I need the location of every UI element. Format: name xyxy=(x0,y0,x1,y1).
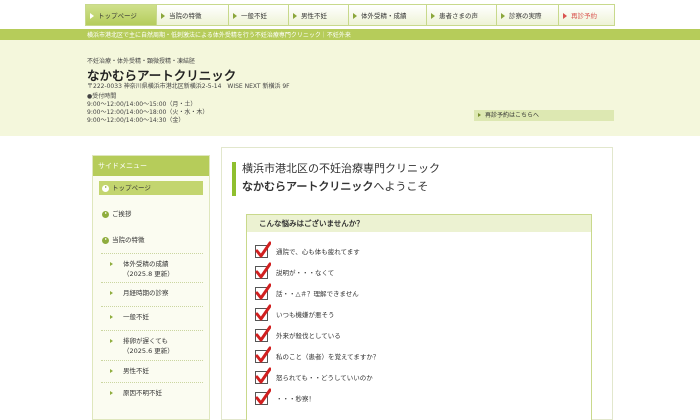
nav-item-ivf-results[interactable]: 体外受精・成績 xyxy=(349,4,427,26)
checkmark-icon xyxy=(255,388,271,405)
arrow-right-icon xyxy=(293,13,297,19)
worry-item: 怒られても・・どうしていいのか xyxy=(255,367,373,385)
sidebar-subitem-ivf-results[interactable]: 体外受精の成績 （2025.8 更新） xyxy=(101,253,203,282)
checkmark-icon xyxy=(255,346,271,363)
sidebar-item-greeting[interactable]: ご挨拶 xyxy=(93,207,209,221)
sidebar-subitem-label: 月経時期の診察 xyxy=(123,289,169,297)
nav-item-features[interactable]: 当院の特徴 xyxy=(157,4,229,26)
sidebar-subitem-note: （2025.8 更新） xyxy=(123,270,174,278)
nav-item-label: 体外受精・成績 xyxy=(361,12,407,20)
sidebar-item-top[interactable]: トップページ xyxy=(99,181,203,195)
arrow-right-icon xyxy=(110,339,113,343)
arrow-right-icon xyxy=(161,13,165,19)
main-content: 横浜市港北区の不妊治療専門クリニック なかむらアートクリニックへようこそ こんな… xyxy=(221,147,613,420)
arrow-right-icon xyxy=(233,13,237,19)
heading-accent-bar xyxy=(232,162,236,196)
sidebar-item-label: トップページ xyxy=(112,184,151,192)
nav-item-label: 一般不妊 xyxy=(241,12,267,20)
arrow-right-icon xyxy=(110,391,113,395)
sidebar-subitem-male-infertility[interactable]: 男性不妊 xyxy=(101,360,203,382)
nav-item-label: 再診予約 xyxy=(571,12,597,20)
worry-text: 通院で、心も体も疲れてます xyxy=(276,248,360,256)
worry-text: 私のこと（患者）を覚えてますか？ xyxy=(276,353,380,361)
site-header: 不妊治療・体外受精・顕微授精・凍結胚 なかむらアートクリニック 〒222-003… xyxy=(0,40,700,136)
sidebar: サイドメニュー トップページ ご挨拶 当院の特徴 体外受精の成績 （2025.8… xyxy=(92,155,210,420)
nav-item-consultation[interactable]: 診察の実際 xyxy=(497,4,559,26)
worry-item: ・・・秒察！ xyxy=(255,388,315,406)
nav-item-label: 患者さまの声 xyxy=(439,12,478,20)
checkmark-icon xyxy=(255,241,271,258)
nav-item-label: 診察の実際 xyxy=(509,12,542,20)
arrow-right-icon xyxy=(110,291,113,295)
checkmark-icon xyxy=(255,283,271,300)
sidebar-subitem-late-ovulation[interactable]: 排卵が遅くても （2025.6 更新） xyxy=(101,330,203,360)
arrow-right-icon xyxy=(110,315,113,319)
worry-text: いつも機嫌が悪そう xyxy=(276,311,335,319)
band-text: 横浜市港北区で主に自然周期・低刺激法による体外受精を行う不妊治療専門クリニック｜… xyxy=(87,32,351,39)
arrow-right-icon xyxy=(501,13,505,19)
sidebar-subitem-unexplained-infertility[interactable]: 原因不明不妊 xyxy=(101,382,203,402)
worry-text: 説明が・・・なくて xyxy=(276,269,335,277)
sidebar-subitem-label: 一般不妊 xyxy=(123,313,149,321)
sidebar-item-label: 当院の特徴 xyxy=(112,236,145,244)
arrow-right-icon xyxy=(110,262,113,266)
nav-item-label: トップページ xyxy=(98,12,137,20)
worry-text: ・・・秒察！ xyxy=(276,395,315,403)
checkmark-icon xyxy=(255,262,271,279)
arrow-right-icon xyxy=(90,13,94,19)
page-subtitle-rest: へようこそ xyxy=(373,180,429,193)
header-tagline: 不妊治療・体外受精・顕微授精・凍結胚 xyxy=(87,58,196,65)
worries-title: こんな悩みはございませんか？ xyxy=(247,215,591,232)
reserve-link[interactable]: 再診予約はこちらへ xyxy=(474,110,614,121)
worry-item: 話・・△＃？理解できません xyxy=(255,283,359,301)
arrow-right-icon xyxy=(353,13,357,19)
sidebar-subitem-label: 男性不妊 xyxy=(123,367,149,375)
clinic-address: 〒222-0033 神奈川県横浜市港北区新横浜2-5-14 WISE NEXT … xyxy=(87,83,290,90)
sidebar-item-features[interactable]: 当院の特徴 xyxy=(93,233,209,247)
sidebar-subitem-menstrual-exam[interactable]: 月経時期の診察 xyxy=(101,282,203,306)
nav-item-reserve[interactable]: 再診予約 xyxy=(559,4,615,26)
sidebar-subitem-label: 排卵が遅くても xyxy=(123,337,168,345)
arrow-right-icon xyxy=(431,13,435,19)
sidebar-item-label: ご挨拶 xyxy=(112,210,132,218)
worry-text: 怒られても・・どうしていいのか xyxy=(276,374,373,382)
nav-item-general-infertility[interactable]: 一般不妊 xyxy=(229,4,289,26)
checkmark-icon xyxy=(255,325,271,342)
checkmark-icon xyxy=(255,367,271,384)
sidebar-subitem-general-infertility[interactable]: 一般不妊 xyxy=(101,306,203,330)
hours-line: 9:00～12:00/14:00～14:30（金） xyxy=(87,117,185,124)
worry-item: いつも機嫌が悪そう xyxy=(255,304,335,322)
page-subtitle-clinic: なかむらアートクリニック xyxy=(242,180,374,193)
arrow-right-icon xyxy=(110,369,113,373)
sidebar-subitem-label: 原因不明不妊 xyxy=(123,389,162,397)
sidebar-subitem-note: （2025.6 更新） xyxy=(123,347,174,355)
sidebar-title: サイドメニュー xyxy=(93,156,209,176)
arrow-right-icon xyxy=(478,113,481,117)
arrow-circle-icon xyxy=(102,210,109,218)
page-subtitle: なかむらアートクリニックへようこそ xyxy=(242,178,428,194)
nav-item-label: 男性不妊 xyxy=(301,12,327,20)
nav-item-male-infertility[interactable]: 男性不妊 xyxy=(289,4,349,26)
worry-text: 外来が殺伐としている xyxy=(276,332,341,340)
arrow-circle-icon xyxy=(102,184,109,192)
worry-item: 私のこと（患者）を覚えてますか？ xyxy=(255,346,380,364)
worry-item: 説明が・・・なくて xyxy=(255,262,335,280)
tagline-band: 横浜市港北区で主に自然周期・低刺激法による体外受精を行う不妊治療専門クリニック｜… xyxy=(0,29,700,40)
arrow-circle-icon xyxy=(102,236,109,244)
arrow-right-icon xyxy=(563,13,567,19)
worry-item: 通院で、心も体も疲れてます xyxy=(255,241,360,259)
checkmark-icon xyxy=(255,304,271,321)
page-title: 横浜市港北区の不妊治療専門クリニック xyxy=(242,162,440,175)
worry-item: 外来が殺伐としている xyxy=(255,325,341,343)
sidebar-subitem-label: 体外受精の成績 xyxy=(123,260,169,268)
worries-box: こんな悩みはございませんか？ 通院で、心も体も疲れてます 説明が・・・なくて 話… xyxy=(246,214,592,420)
nav-item-label: 当院の特徴 xyxy=(169,12,202,20)
worry-text: 話・・△＃？理解できません xyxy=(276,290,359,298)
nav-item-patient-voices[interactable]: 患者さまの声 xyxy=(427,4,497,26)
reserve-link-label: 再診予約はこちらへ xyxy=(485,112,540,119)
nav-item-top[interactable]: トップページ xyxy=(85,4,157,26)
top-nav: トップページ 当院の特徴 一般不妊 男性不妊 体外受精・成績 患者さまの声 診察… xyxy=(85,4,615,26)
